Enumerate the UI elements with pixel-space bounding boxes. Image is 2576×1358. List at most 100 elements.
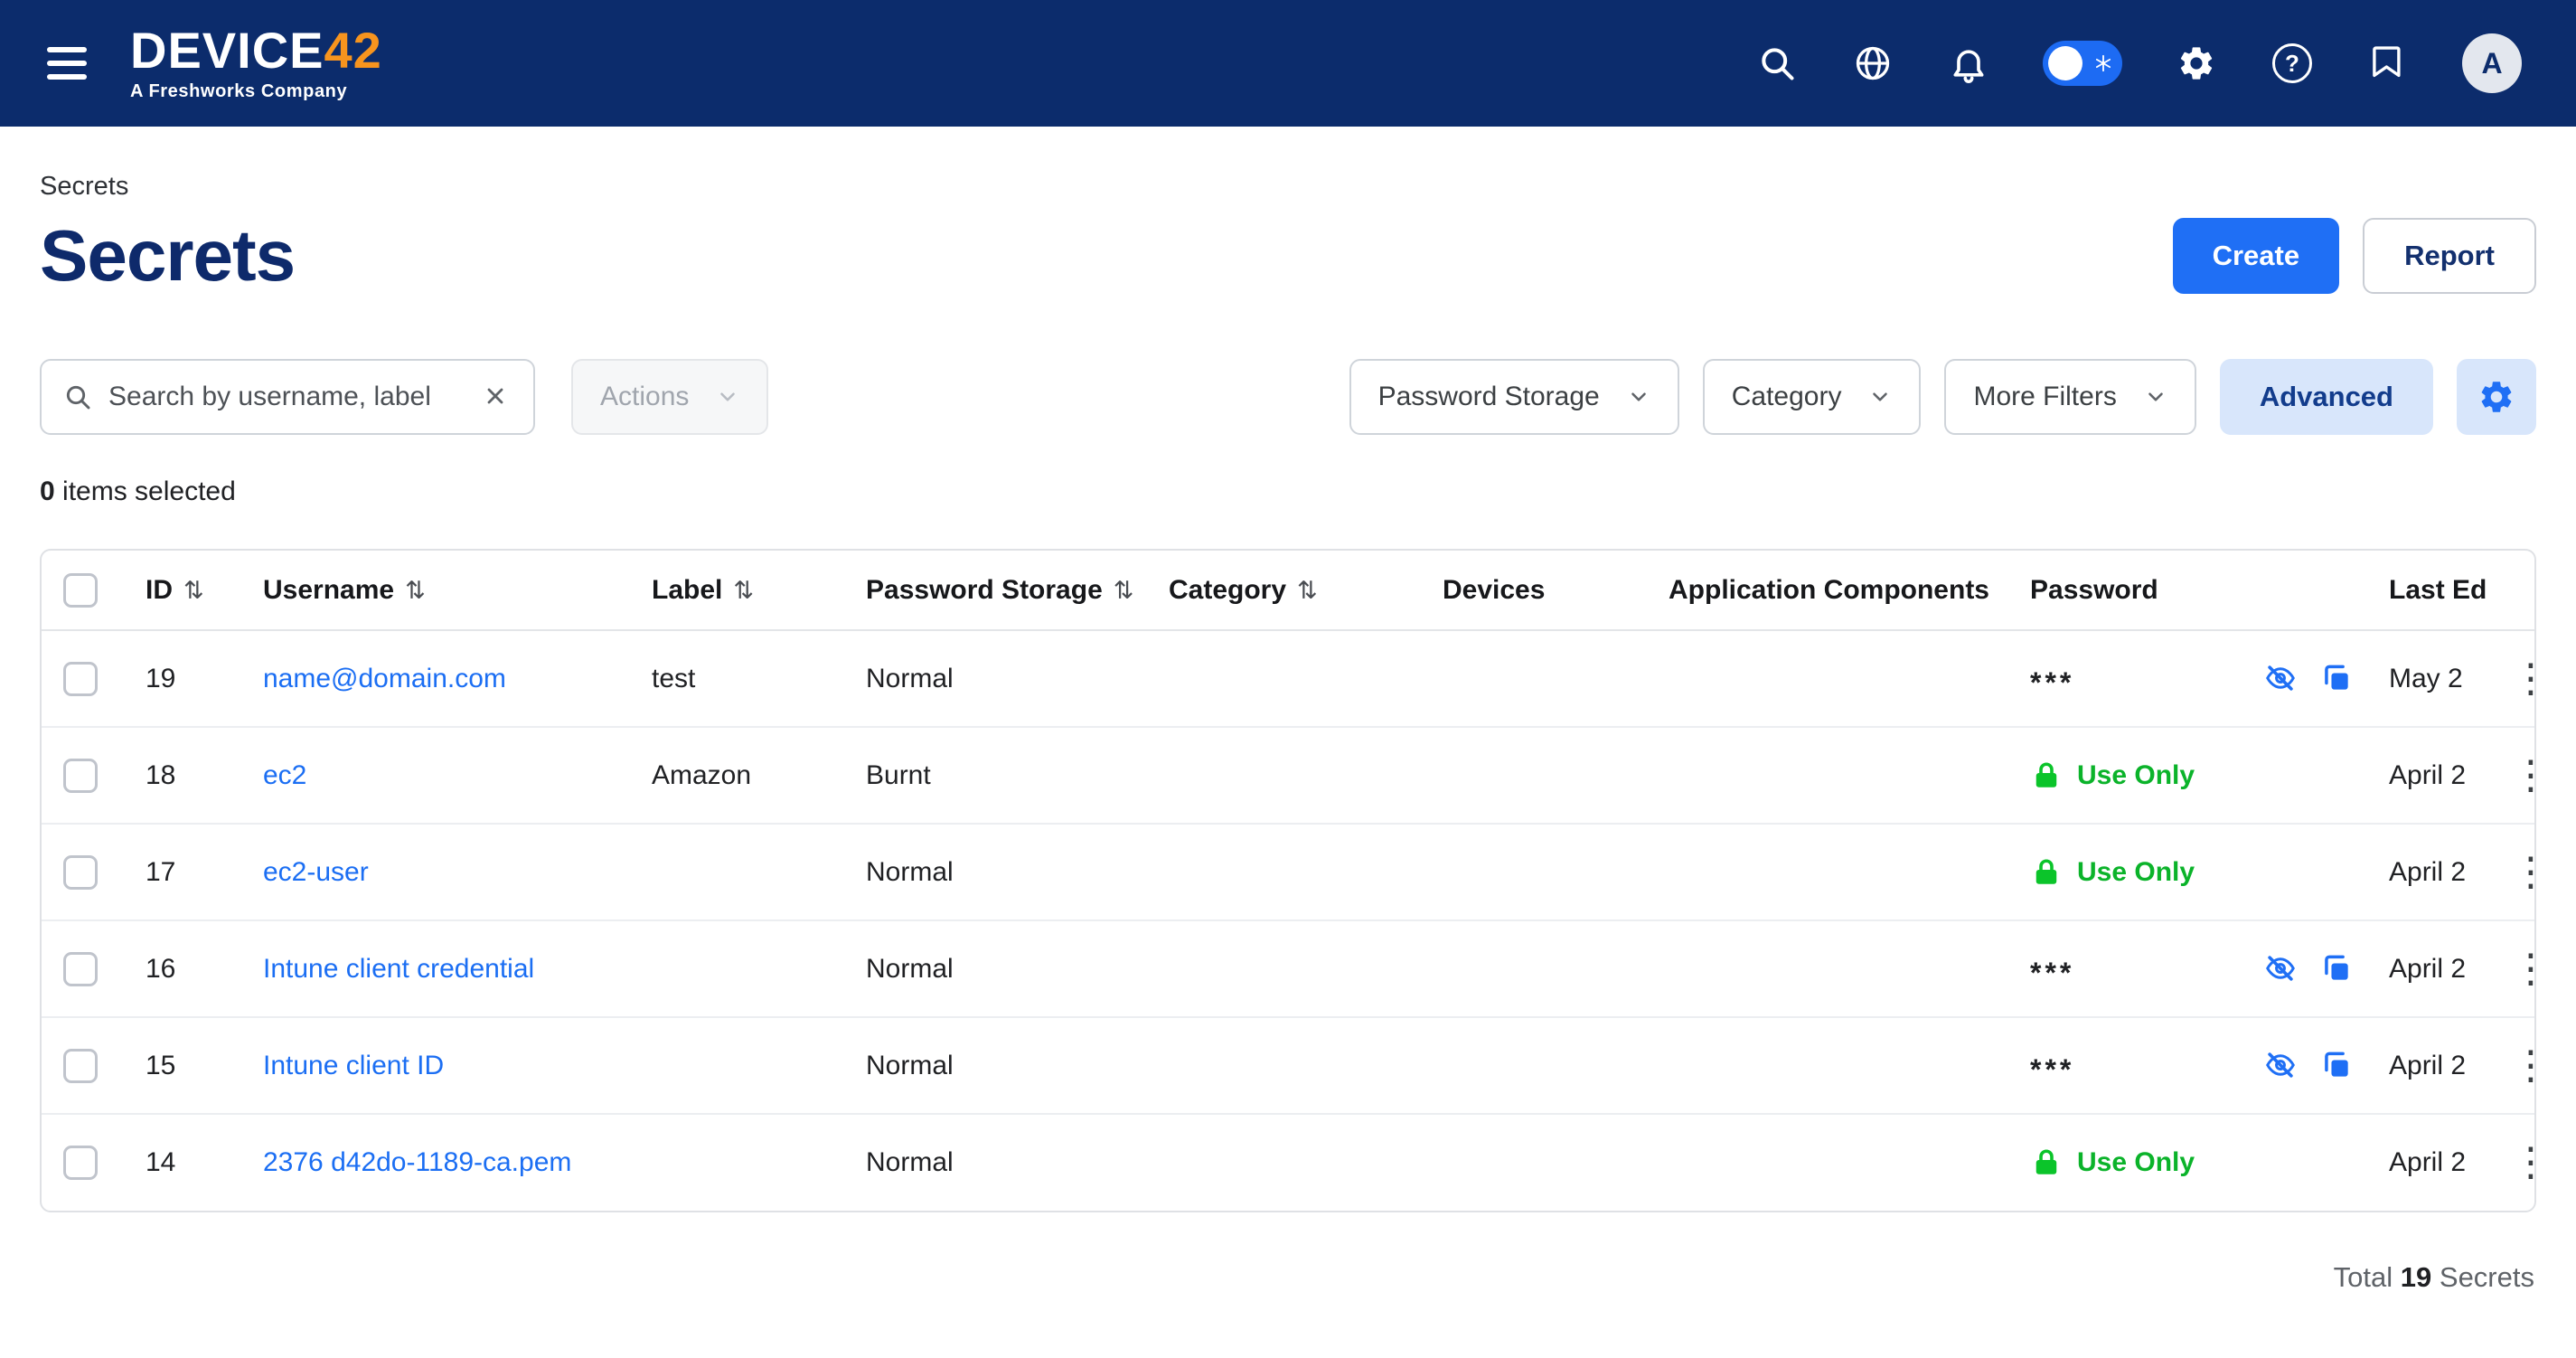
sort-icon[interactable]: ⇅ xyxy=(1297,577,1318,604)
cell-username: ec2 xyxy=(245,727,634,824)
help-icon[interactable]: ? xyxy=(2270,42,2314,85)
copy-password-icon[interactable] xyxy=(2318,661,2355,697)
cell-label xyxy=(634,920,848,1017)
cell-username: 2376 d42do-1189-ca.pem xyxy=(245,1114,634,1211)
use-only-badge: Use Only xyxy=(2030,759,2362,792)
column-header-label[interactable]: Label⇅ xyxy=(634,551,848,630)
row-checkbox[interactable] xyxy=(63,952,98,986)
sort-icon[interactable]: ⇅ xyxy=(183,577,204,604)
password-storage-filter[interactable]: Password Storage xyxy=(1349,359,1679,435)
username-link[interactable]: 2376 d42do-1189-ca.pem xyxy=(263,1147,571,1177)
column-header-category[interactable]: Category⇅ xyxy=(1151,551,1424,630)
search-input[interactable] xyxy=(108,382,463,412)
toggle-knob xyxy=(2048,46,2082,80)
username-link[interactable]: ec2 xyxy=(263,760,306,790)
sort-icon[interactable]: ⇅ xyxy=(405,577,426,604)
row-checkbox[interactable] xyxy=(63,1049,98,1083)
cell-app-components xyxy=(1650,630,2012,727)
chevron-down-icon xyxy=(2144,385,2167,409)
breadcrumb[interactable]: Secrets xyxy=(40,172,2536,202)
column-header-app_components: Application Components xyxy=(1650,551,2012,630)
username-link[interactable]: Intune client credential xyxy=(263,954,534,984)
cell-id: 17 xyxy=(127,824,245,920)
row-menu-icon[interactable]: ⋮ xyxy=(2504,853,2534,892)
table-row: 18ec2AmazonBurntUse OnlyApril 2⋮ xyxy=(42,727,2534,824)
table-header-row: ID⇅Username⇅Label⇅Password Storage⇅Categ… xyxy=(42,551,2534,630)
copy-password-icon[interactable] xyxy=(2318,951,2355,987)
hide-password-icon[interactable] xyxy=(2262,661,2299,697)
cell-id: 19 xyxy=(127,630,245,727)
gear-icon[interactable] xyxy=(2175,42,2218,85)
column-header-id[interactable]: ID⇅ xyxy=(127,551,245,630)
row-menu-icon[interactable]: ⋮ xyxy=(2504,1046,2534,1086)
category-filter[interactable]: Category xyxy=(1703,359,1922,435)
snowflake-icon xyxy=(2093,53,2113,73)
cell-category xyxy=(1151,727,1424,824)
cell-password: Use Only xyxy=(2012,727,2371,824)
cell-app-components xyxy=(1650,727,2012,824)
cell-password-storage: Normal xyxy=(848,630,1151,727)
cell-label: Amazon xyxy=(634,727,848,824)
row-menu-icon[interactable]: ⋮ xyxy=(2504,659,2534,699)
actions-dropdown[interactable]: Actions xyxy=(571,359,768,435)
secrets-table: ID⇅Username⇅Label⇅Password Storage⇅Categ… xyxy=(40,549,2536,1212)
row-checkbox[interactable] xyxy=(63,1146,98,1180)
bookmark-icon[interactable] xyxy=(2366,42,2410,85)
sort-icon[interactable]: ⇅ xyxy=(733,577,754,604)
search-box[interactable] xyxy=(40,359,535,435)
chevron-down-icon xyxy=(1627,385,1650,409)
create-button[interactable]: Create xyxy=(2173,218,2340,294)
table-row: 142376 d42do-1189-ca.pemNormalUse OnlyAp… xyxy=(42,1114,2534,1211)
theme-toggle[interactable] xyxy=(2043,41,2122,86)
table-row: 19name@domain.comtestNormal***May 2⋮ xyxy=(42,630,2534,727)
device42-logo[interactable]: DEVICE42 A Freshworks Company xyxy=(130,25,382,102)
select-all-checkbox[interactable] xyxy=(63,573,98,608)
hide-password-icon[interactable] xyxy=(2262,951,2299,987)
advanced-button[interactable]: Advanced xyxy=(2220,359,2433,435)
bell-icon[interactable] xyxy=(1947,42,1990,85)
cell-id: 16 xyxy=(127,920,245,1017)
lock-icon xyxy=(2030,856,2063,889)
row-menu-icon[interactable]: ⋮ xyxy=(2504,756,2534,796)
cell-id: 18 xyxy=(127,727,245,824)
avatar[interactable]: A xyxy=(2462,33,2522,93)
cell-label: test xyxy=(634,630,848,727)
cell-app-components xyxy=(1650,1017,2012,1114)
cell-app-components xyxy=(1650,920,2012,1017)
menu-icon[interactable] xyxy=(40,40,94,87)
report-button[interactable]: Report xyxy=(2363,218,2536,294)
globe-icon[interactable] xyxy=(1851,42,1894,85)
cell-password: *** xyxy=(2012,920,2371,1017)
search-icon[interactable] xyxy=(1755,42,1799,85)
clear-search-icon[interactable] xyxy=(479,381,512,413)
cell-category xyxy=(1151,1017,1424,1114)
table-row: 17ec2-userNormalUse OnlyApril 2⋮ xyxy=(42,824,2534,920)
row-menu-icon[interactable]: ⋮ xyxy=(2504,949,2534,989)
copy-password-icon[interactable] xyxy=(2318,1048,2355,1084)
username-link[interactable]: ec2-user xyxy=(263,857,369,887)
cell-devices xyxy=(1424,630,1650,727)
column-header-storage[interactable]: Password Storage⇅ xyxy=(848,551,1151,630)
column-header-username[interactable]: Username⇅ xyxy=(245,551,634,630)
table-settings-icon[interactable] xyxy=(2457,359,2536,435)
row-checkbox[interactable] xyxy=(63,759,98,793)
masked-password: *** xyxy=(2030,957,2074,990)
more-filters-dropdown[interactable]: More Filters xyxy=(1944,359,2195,435)
row-checkbox[interactable] xyxy=(63,855,98,890)
cell-label xyxy=(634,1017,848,1114)
hide-password-icon[interactable] xyxy=(2262,1048,2299,1084)
cell-last-edited: April 2 xyxy=(2371,1114,2486,1211)
cell-devices xyxy=(1424,1017,1650,1114)
masked-password: *** xyxy=(2030,1053,2074,1087)
cell-last-edited: April 2 xyxy=(2371,920,2486,1017)
lock-icon xyxy=(2030,759,2063,792)
row-checkbox[interactable] xyxy=(63,662,98,696)
cell-password-storage: Normal xyxy=(848,1114,1151,1211)
username-link[interactable]: Intune client ID xyxy=(263,1051,444,1080)
use-only-badge: Use Only xyxy=(2030,856,2362,889)
cell-password: *** xyxy=(2012,630,2371,727)
use-only-badge: Use Only xyxy=(2030,1146,2362,1179)
row-menu-icon[interactable]: ⋮ xyxy=(2504,1143,2534,1183)
username-link[interactable]: name@domain.com xyxy=(263,664,506,693)
sort-icon[interactable]: ⇅ xyxy=(1114,577,1134,604)
